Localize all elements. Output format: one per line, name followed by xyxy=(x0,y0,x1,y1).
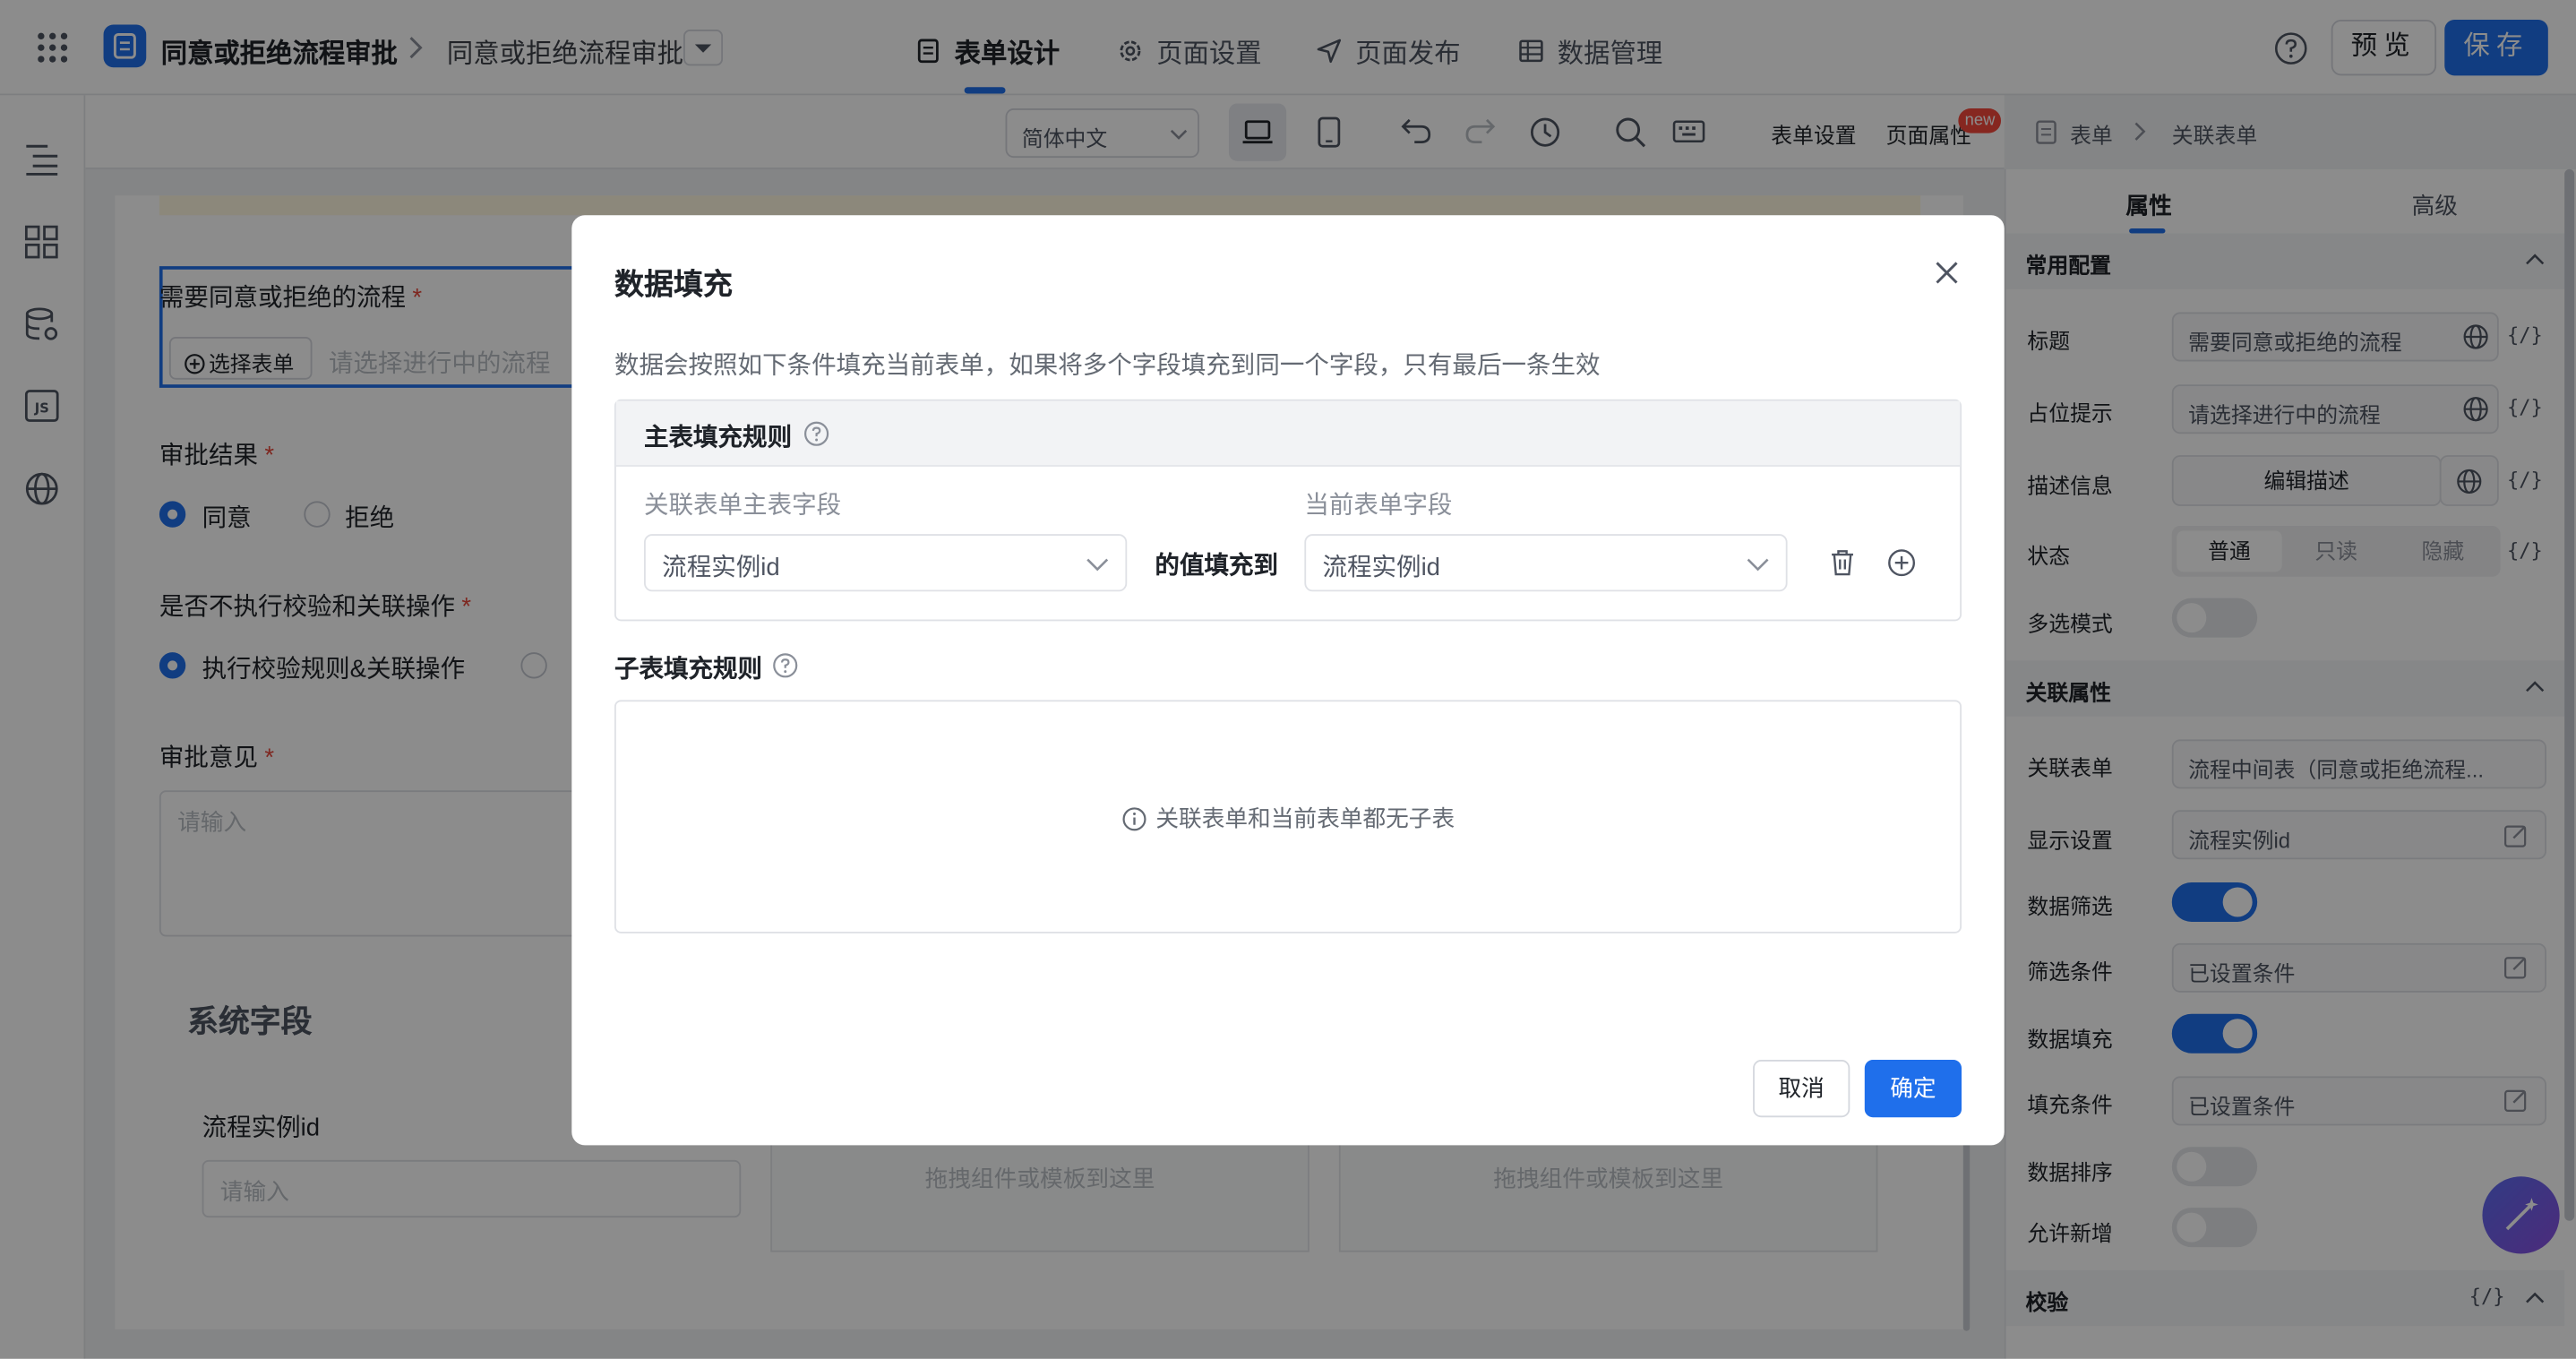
add-circle-icon[interactable] xyxy=(1887,549,1916,577)
close-icon[interactable] xyxy=(1934,260,1960,286)
fill-connector-text: 的值填充到 xyxy=(1155,552,1279,581)
help-circle-icon[interactable] xyxy=(803,421,829,447)
cancel-button[interactable]: 取消 xyxy=(1753,1060,1850,1118)
target-field-select[interactable]: 流程实例id xyxy=(1304,534,1788,592)
main-rules-title: 主表填充规则 xyxy=(644,424,793,452)
source-column-header: 关联表单主表字段 xyxy=(644,491,842,520)
chevron-down-icon xyxy=(1086,557,1109,572)
chevron-down-icon xyxy=(1747,557,1770,572)
sub-rules-empty: 关联表单和当前表单都无子表 xyxy=(614,802,1962,835)
confirm-button[interactable]: 确定 xyxy=(1864,1060,1962,1118)
dialog-title: 数据填充 xyxy=(614,267,734,301)
source-field-select[interactable]: 流程实例id xyxy=(644,534,1128,592)
trash-icon[interactable] xyxy=(1830,549,1855,577)
empty-message: 关联表单和当前表单都无子表 xyxy=(1155,804,1455,832)
target-column-header: 当前表单字段 xyxy=(1304,491,1453,520)
help-circle-icon[interactable] xyxy=(772,652,798,678)
sub-rules-title: 子表填充规则 xyxy=(614,655,763,684)
dialog-description: 数据会按照如下条件填充当前表单，如果将多个字段填充到同一个字段，只有最后一条生效 xyxy=(614,351,1601,380)
info-icon xyxy=(1121,806,1146,831)
